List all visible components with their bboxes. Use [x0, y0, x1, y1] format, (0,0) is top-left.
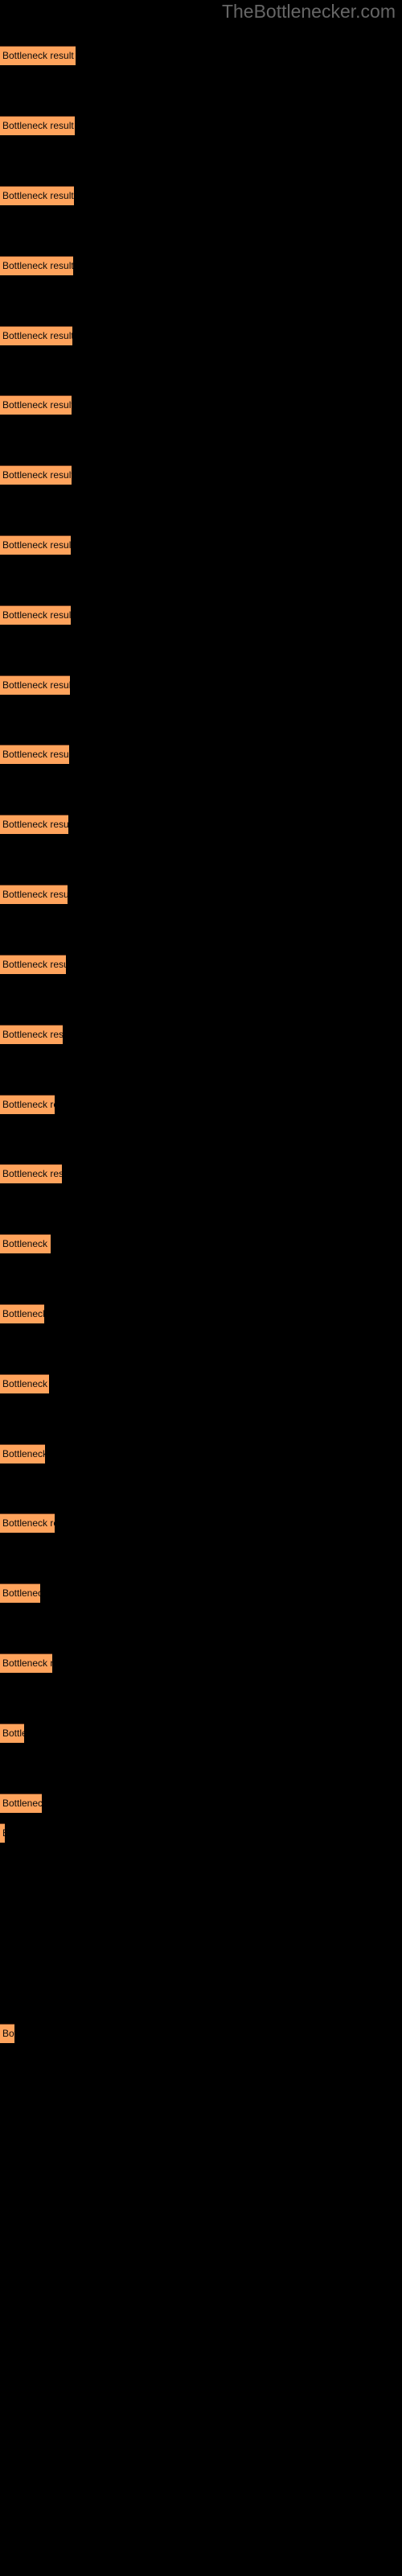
- bar: [0, 1304, 44, 1323]
- bar: [0, 465, 72, 485]
- bar-row: Bottleneck result: [0, 1823, 1, 1843]
- bar: [0, 1823, 1, 1843]
- bar: [0, 885, 68, 904]
- bar-row: Bottleneck result: [0, 1724, 24, 1743]
- bar-row: Bottleneck result: [0, 535, 71, 555]
- bar: [0, 1164, 62, 1183]
- bar: [0, 2024, 14, 2043]
- bar: [0, 1794, 42, 1813]
- bar-row: Bottleneck result: [0, 1444, 45, 1463]
- bar-row: Bottleneck result: [0, 116, 75, 135]
- bar: [0, 186, 74, 205]
- bar: [0, 1583, 40, 1603]
- bar-row: Bottleneck result: [0, 1164, 62, 1183]
- bar-row: Bottleneck result: [0, 1374, 49, 1393]
- bar: [0, 1724, 24, 1743]
- bar: [0, 1025, 63, 1044]
- bar-row: Bottleneck result: [0, 1583, 40, 1603]
- bar: [0, 605, 71, 625]
- bar-row: Bottleneck result: [0, 465, 72, 485]
- bar: [0, 745, 69, 764]
- bar-row: Bottleneck result: [0, 256, 73, 275]
- plot-area: Bottleneck result Bottleneck result Bottle…: [0, 0, 402, 2576]
- bar: [0, 46, 76, 65]
- bar: [0, 1234, 51, 1253]
- bar: [0, 1653, 52, 1673]
- bar-row: Bottleneck result: [0, 885, 68, 904]
- bar-row: Bottleneck result: [0, 605, 71, 625]
- bar-row: Bottleneck result: [0, 186, 74, 205]
- bar-row: Bottleneck result: [0, 675, 70, 695]
- bar: [0, 815, 68, 834]
- bar-row: Bottleneck result: [0, 1513, 55, 1533]
- bar: [0, 395, 72, 415]
- bar-row: Bottleneck result: [0, 2024, 14, 2043]
- bar-row: Bottleneck result: [0, 815, 68, 834]
- bar-row: Bottleneck result: [0, 955, 66, 974]
- bottleneck-bar-chart: TheBottlenecker.com Bottleneck result Bot…: [0, 0, 402, 2576]
- bar-row: Bottleneck result: [0, 1653, 52, 1673]
- bar: [0, 675, 70, 695]
- bar: [0, 1095, 55, 1114]
- bar-row: Bottleneck result: [0, 395, 72, 415]
- bar-row: Bottleneck result: [0, 1794, 42, 1813]
- bar: [0, 256, 73, 275]
- bar-row: Bottleneck result: [0, 745, 69, 764]
- bar: [0, 535, 71, 555]
- bar-row: Bottleneck result: [0, 1095, 55, 1114]
- bar: [0, 1513, 55, 1533]
- bar: [0, 1444, 45, 1463]
- bar-row: Bottleneck result: [0, 326, 72, 345]
- bar: [0, 955, 66, 974]
- bar-row: Bottleneck result: [0, 1234, 51, 1253]
- bar-row: Bottleneck result: [0, 1025, 63, 1044]
- bar: [0, 1374, 49, 1393]
- bar: [0, 116, 75, 135]
- bar-row: Bottleneck result: [0, 46, 76, 65]
- bar-row: Bottleneck result: [0, 1304, 44, 1323]
- bar: [0, 326, 72, 345]
